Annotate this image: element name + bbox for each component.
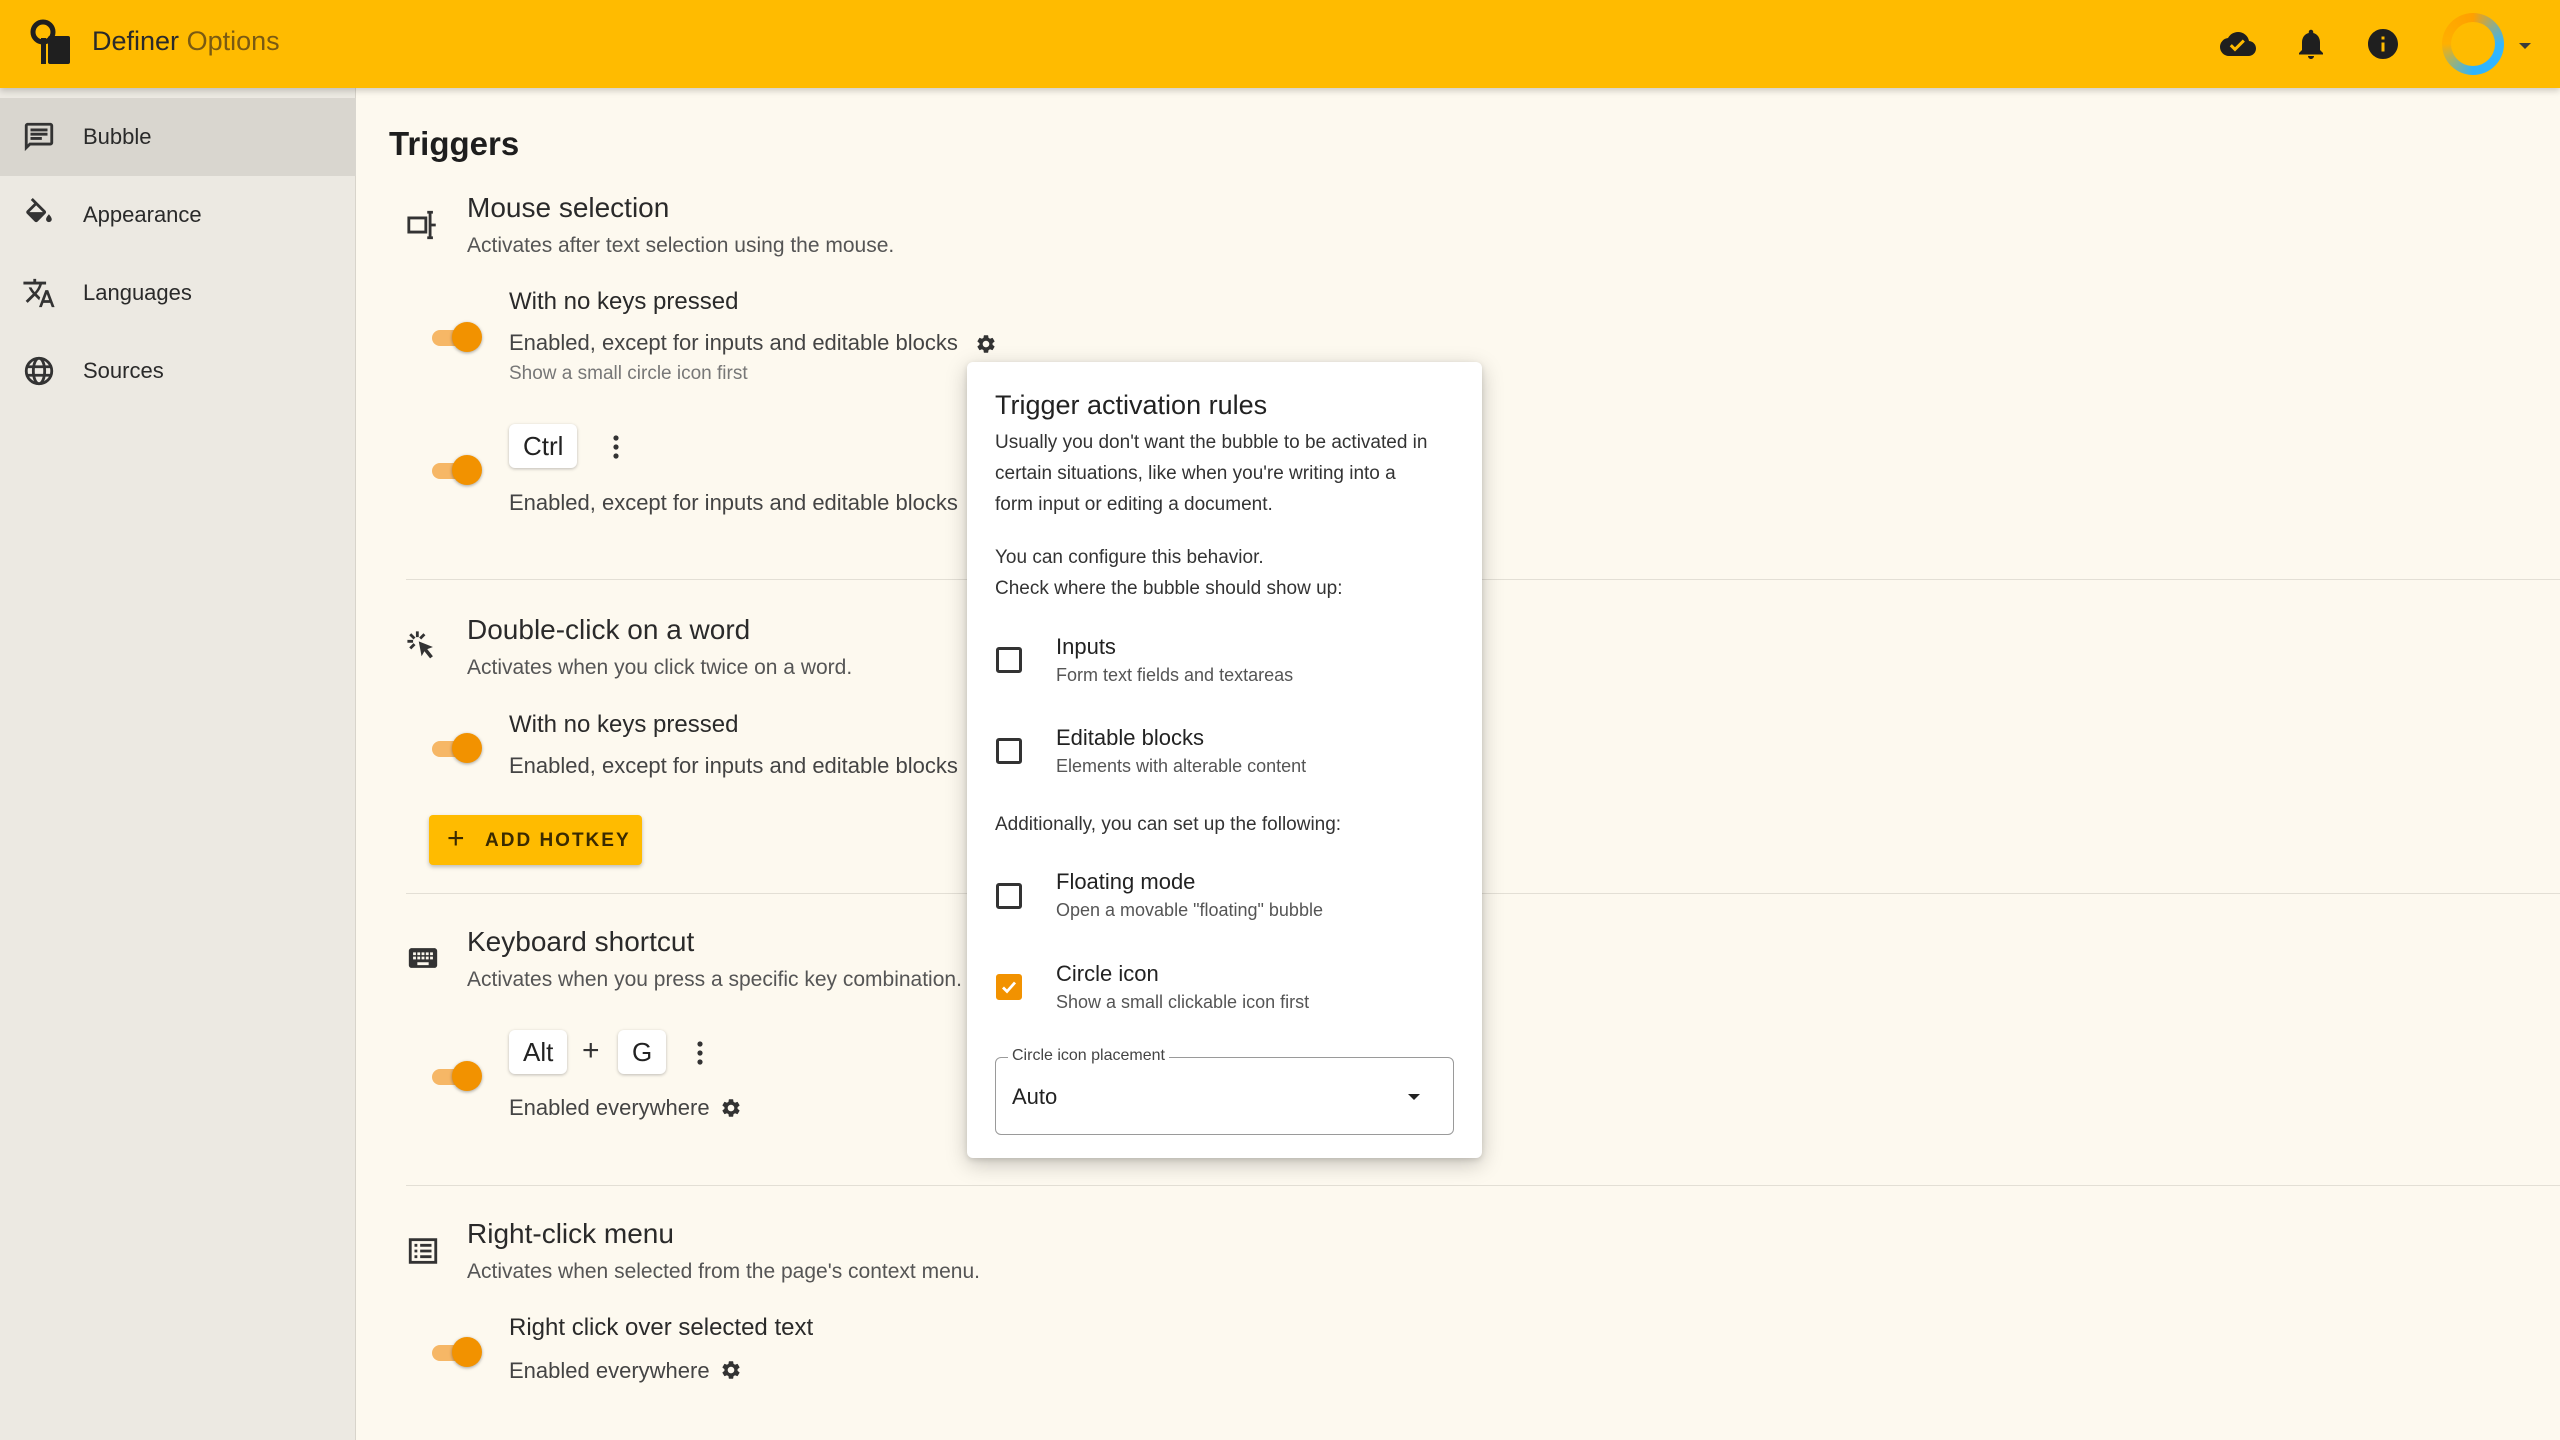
gear-icon[interactable]: [720, 1359, 742, 1381]
plus-icon: +: [447, 822, 465, 855]
app-title: Definer Options: [92, 26, 280, 57]
popup-title: Trigger activation rules: [995, 390, 1268, 420]
add-hotkey-label: ADD HOTKEY: [485, 830, 631, 851]
toggle-mouse-ctrl[interactable]: [428, 452, 486, 488]
more-vert-icon[interactable]: [694, 1039, 706, 1067]
checkbox-label: Editable blocks: [1056, 725, 1204, 750]
circle-icon-placement-select[interactable]: Circle icon placement Auto: [995, 1047, 1454, 1135]
dropdown-arrow-icon: [1408, 1094, 1420, 1100]
toggle-dblclick-no-keys[interactable]: [428, 730, 486, 766]
section-title-keyboard: Keyboard shortcut: [467, 926, 695, 957]
app-name: Definer: [92, 26, 180, 56]
checkbox-sub: Show a small clickable icon first: [1056, 992, 1310, 1012]
section-divider: [406, 893, 2560, 894]
page-title: Triggers: [389, 125, 520, 162]
app-bar: Definer Options: [0, 0, 2560, 88]
check-icon: [1002, 981, 1017, 994]
sidebar-item-label: Bubble: [83, 124, 152, 149]
sidebar-item-label: Sources: [83, 358, 164, 383]
popup-config-line: You can configure this behavior.: [995, 547, 1264, 568]
sidebar-item-label: Appearance: [83, 202, 202, 227]
gear-icon[interactable]: [720, 1097, 742, 1119]
toggle-rightclick[interactable]: [428, 1334, 486, 1370]
trigger-status: Enabled, except for inputs and editable …: [509, 753, 958, 778]
select-value: Auto: [1012, 1084, 1058, 1109]
checkbox-label: Circle icon: [1056, 961, 1159, 986]
trigger-status: Enabled everywhere: [509, 1358, 710, 1383]
sidebar: Bubble Appearance Languages Sources: [0, 88, 356, 1440]
cloud-done-icon[interactable]: [2220, 26, 2256, 62]
section-title-dblclick: Double-click on a word: [467, 614, 751, 645]
trigger-rules-popup: Trigger activation rules Usually you don…: [967, 362, 1482, 1158]
info-icon[interactable]: [2365, 26, 2401, 62]
key-g[interactable]: G: [618, 1030, 667, 1074]
section-title-mouse: Mouse selection: [467, 192, 670, 223]
sidebar-item-sources[interactable]: Sources: [0, 332, 356, 410]
context-menu-icon: [408, 1238, 438, 1264]
globe-icon: [24, 356, 54, 386]
text-select-icon: [407, 210, 436, 240]
toggle-mouse-no-keys[interactable]: [428, 319, 486, 355]
sidebar-item-bubble[interactable]: Bubble: [0, 98, 356, 176]
trigger-status: Enabled, except for inputs and editable …: [509, 490, 958, 515]
checkbox-sub: Form text fields and textareas: [1056, 665, 1294, 685]
popup-intro-line: certain situations, like when you're wri…: [995, 463, 1396, 484]
trigger-status: Enabled, except for inputs and editable …: [509, 330, 958, 355]
sidebar-item-languages[interactable]: Languages: [0, 254, 356, 332]
section-title-rightclick: Right-click menu: [467, 1218, 674, 1249]
user-avatar[interactable]: [2442, 13, 2504, 75]
checkbox-sub: Elements with alterable content: [1056, 756, 1307, 776]
section-desc-rightclick: Activates when selected from the page's …: [467, 1260, 980, 1283]
trigger-status: Enabled everywhere: [509, 1095, 710, 1120]
double-click-icon: [407, 631, 433, 659]
trigger-name: With no keys pressed: [509, 288, 739, 315]
trigger-name: With no keys pressed: [509, 711, 739, 738]
section-desc-keyboard: Activates when you press a specific key …: [467, 968, 962, 991]
message-icon: [24, 122, 54, 152]
paint-bucket-icon: [26, 198, 52, 223]
checkbox-sub: Open a movable "floating" bubble: [1056, 900, 1323, 920]
toggle-keyboard-shortcut[interactable]: [428, 1058, 486, 1094]
section-divider: [406, 1185, 2560, 1186]
trigger-name: Right click over selected text: [509, 1314, 814, 1341]
bell-icon[interactable]: [2293, 26, 2329, 62]
add-hotkey-button[interactable]: + ADD HOTKEY: [429, 815, 642, 865]
popup-intro-line: Usually you don't want the bubble to be …: [995, 432, 1428, 453]
checkbox-circle-icon[interactable]: [996, 974, 1022, 1000]
popup-intro-line: form input or editing a document.: [995, 494, 1273, 515]
sidebar-item-appearance[interactable]: Appearance: [0, 176, 356, 254]
popup-additional-text: Additionally, you can set up the followi…: [995, 814, 1342, 835]
section-desc-dblclick: Activates when you click twice on a word…: [467, 656, 853, 679]
chevron-down-icon[interactable]: [2516, 40, 2534, 52]
more-vert-icon[interactable]: [610, 433, 622, 461]
select-label: Circle icon placement: [1008, 1047, 1169, 1065]
checkbox-floating-mode[interactable]: [996, 883, 1022, 909]
checkbox-label: Floating mode: [1056, 869, 1196, 894]
key-ctrl[interactable]: Ctrl: [509, 424, 578, 468]
gear-icon[interactable]: [975, 333, 997, 355]
sidebar-item-label: Languages: [83, 280, 192, 305]
section-divider: [406, 579, 2560, 580]
keyboard-icon: [408, 948, 438, 968]
definer-logo: [30, 19, 70, 64]
key-alt[interactable]: Alt: [509, 1030, 568, 1074]
key-plus: +: [582, 1034, 600, 1067]
popup-config-line: Check where the bubble should show up:: [995, 578, 1343, 599]
translate-icon: [23, 278, 55, 308]
checkbox-inputs[interactable]: [996, 647, 1022, 673]
app-subtitle: Options: [186, 26, 280, 56]
checkbox-editable-blocks[interactable]: [996, 738, 1022, 764]
checkbox-label: Inputs: [1056, 634, 1116, 659]
trigger-note: Show a small circle icon first: [509, 363, 748, 384]
section-desc-mouse: Activates after text selection using the…: [467, 234, 895, 257]
